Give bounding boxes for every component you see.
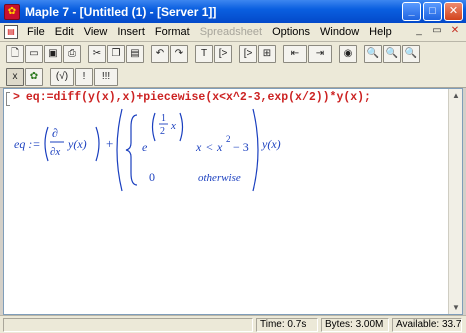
left-paren <box>44 126 49 162</box>
vertical-scrollbar[interactable]: ▲ ▼ <box>448 89 462 314</box>
menu-file[interactable]: File <box>22 26 50 38</box>
available-value: 33.7M <box>441 319 462 330</box>
output-tail: y(x) <box>261 137 281 151</box>
menu-edit[interactable]: Edit <box>50 26 79 38</box>
zoom-100-icon[interactable]: 🔍 <box>364 45 382 63</box>
outer-right-paren <box>252 108 259 192</box>
status-bytes: Bytes: 3.00M <box>321 318 389 332</box>
maple-app-icon[interactable]: ✿ <box>4 3 20 20</box>
document-restore-button[interactable]: ▭ <box>429 24 445 39</box>
outer-left-paren <box>116 108 123 192</box>
partial-denominator: ∂x <box>50 146 60 158</box>
insert-math-icon[interactable]: [> <box>214 45 232 63</box>
copy-icon[interactable]: ❐ <box>107 45 125 63</box>
indent-icon[interactable]: ⇥ <box>308 45 332 63</box>
otherwise-value: 0 <box>149 170 155 184</box>
close-window-button[interactable]: ✕ <box>444 2 463 21</box>
status-bar: Time: 0.7s Bytes: 3.00M Available: 33.7M <box>0 315 466 333</box>
insert-section-icon[interactable]: ⊞ <box>258 45 276 63</box>
right-paren <box>95 126 100 162</box>
exp-fraction-num: 1 <box>161 113 166 124</box>
bytes-value: 3.00M <box>355 319 384 330</box>
outdent-icon[interactable]: ⇤ <box>283 45 307 63</box>
minimize-window-button[interactable]: _ <box>402 2 421 21</box>
condition-minus: − 3 <box>233 140 249 154</box>
open-file-icon[interactable]: ▭ <box>25 45 43 63</box>
execute-icon[interactable]: ! <box>75 67 93 86</box>
document-close-button[interactable]: ✕ <box>447 24 463 39</box>
execute-all-icon[interactable]: !!! <box>94 67 118 86</box>
menu-format[interactable]: Format <box>150 26 195 38</box>
execution-group-bracket[interactable] <box>6 92 10 106</box>
main-toolbar: 🗋 ▭ ▣ ⎙ ✂ ❐ ▤ ↶ ↷ T [> [> ⊞ ⇤ ⇥ ◉ 🔍 🔍 🔍 <box>0 42 466 66</box>
menu-bar: ▤ File Edit View Insert Format Spreadshe… <box>0 23 466 42</box>
output-lhs: eq := <box>14 137 40 151</box>
partial-numerator: ∂ <box>52 126 58 140</box>
stop-icon[interactable]: ◉ <box>339 45 357 63</box>
bytes-label: Bytes: <box>325 319 353 330</box>
save-icon[interactable]: ▣ <box>44 45 62 63</box>
cut-icon[interactable]: ✂ <box>88 45 106 63</box>
text-mode-icon[interactable]: x <box>6 67 24 86</box>
status-available: Available: 33.7M <box>392 318 462 332</box>
status-time: Time: 0.7s <box>256 318 318 332</box>
input-command[interactable]: eq:=diff(y(x),x)+piecewise(x<x^2-3,exp(x… <box>26 91 371 104</box>
document-icon[interactable]: ▤ <box>4 25 18 39</box>
zoom-200-icon[interactable]: 🔍 <box>402 45 420 63</box>
available-label: Available: <box>396 319 440 330</box>
otherwise-label: otherwise <box>198 172 241 184</box>
exp-left-paren <box>151 112 156 142</box>
menu-insert[interactable]: Insert <box>112 26 150 38</box>
scroll-down-icon[interactable]: ▼ <box>451 303 461 312</box>
condition-operator: < <box>206 140 213 154</box>
insert-text-icon[interactable]: T <box>195 45 213 63</box>
output-expression: eq := ∂ ∂x y(x) + e 1 2 x x < x 2 − 3 0 … <box>14 108 281 192</box>
condition-var: x <box>195 140 202 154</box>
status-message <box>3 318 253 332</box>
plus-sign: + <box>106 136 113 151</box>
menu-spreadsheet: Spreadsheet <box>199 26 263 38</box>
menu-view[interactable]: View <box>79 26 113 38</box>
redo-icon[interactable]: ↷ <box>170 45 188 63</box>
paste-icon[interactable]: ▤ <box>126 45 144 63</box>
print-icon[interactable]: ⎙ <box>63 45 81 63</box>
title-bar: ✿ Maple 7 - [Untitled (1) - [Server 1]] … <box>0 0 466 23</box>
condition-exponent: 2 <box>226 134 231 144</box>
execute-group-icon[interactable]: [> <box>239 45 257 63</box>
exp-fraction-den: 2 <box>160 126 165 137</box>
time-value: 0.7s <box>287 319 307 330</box>
document-minimize-button[interactable]: _ <box>411 24 427 39</box>
menu-options[interactable]: Options <box>267 26 315 38</box>
zoom-150-icon[interactable]: 🔍 <box>383 45 401 63</box>
time-label: Time: <box>260 319 285 330</box>
menu-window[interactable]: Window <box>315 26 364 38</box>
maximize-window-button[interactable]: □ <box>423 2 442 21</box>
condition-rhs-var: x <box>216 140 223 154</box>
expression-icon[interactable]: (√) <box>50 67 74 86</box>
input-line[interactable]: > eq:=diff(y(x),x)+piecewise(x<x^2-3,exp(… <box>13 91 371 104</box>
input-prompt: > <box>13 91 20 104</box>
new-file-icon[interactable]: 🗋 <box>6 45 24 63</box>
menu-help[interactable]: Help <box>364 26 397 38</box>
window-title: Maple 7 - [Untitled (1) - [Server 1]] <box>25 4 217 19</box>
scroll-up-icon[interactable]: ▲ <box>451 91 461 100</box>
undo-icon[interactable]: ↶ <box>151 45 169 63</box>
context-toolbar: x ✿ (√) ! !!! <box>0 66 466 88</box>
exp-base: e <box>142 140 148 154</box>
worksheet[interactable]: > eq:=diff(y(x),x)+piecewise(x<x^2-3,exp(… <box>3 88 463 315</box>
exp-fraction-var: x <box>170 120 176 132</box>
derivative-function: y(x) <box>67 137 87 151</box>
exp-right-paren <box>179 112 184 142</box>
piecewise-brace <box>125 114 138 186</box>
maple-input-icon[interactable]: ✿ <box>25 67 43 86</box>
